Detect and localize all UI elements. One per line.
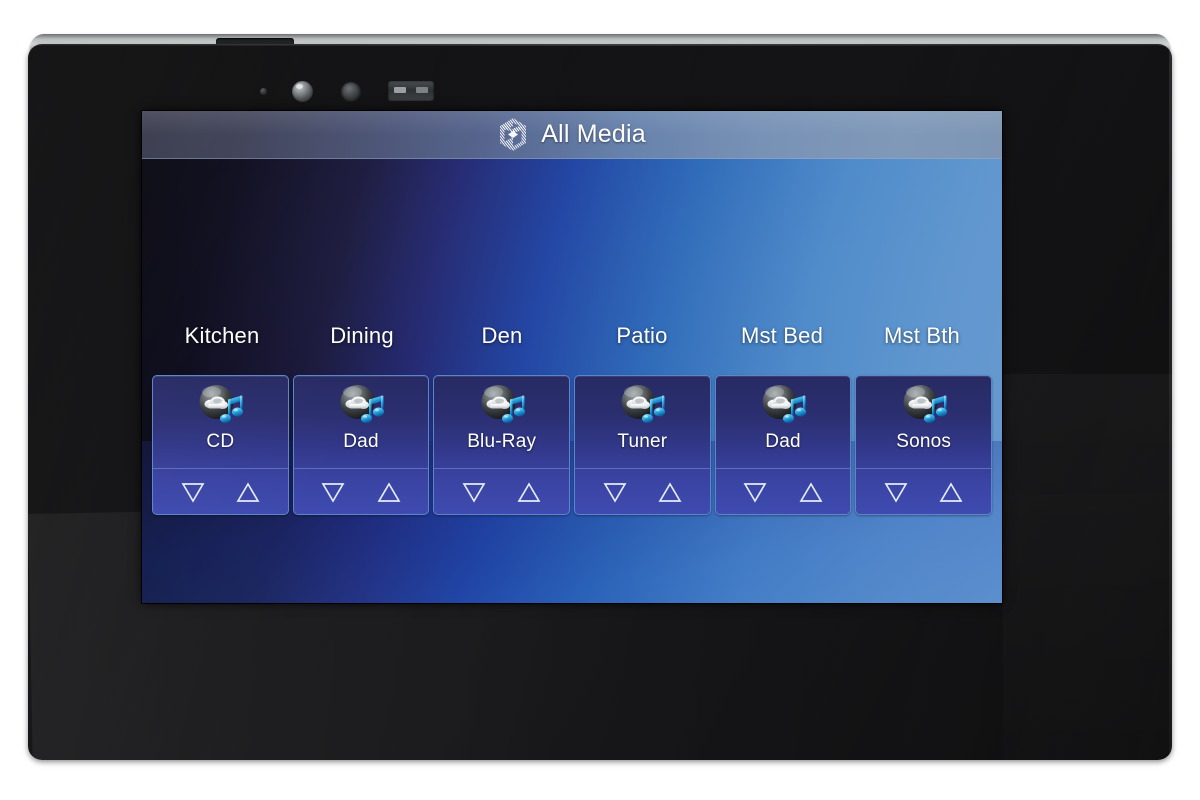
room-label-dining: Dining bbox=[330, 323, 394, 348]
room-label-cell: Kitchen bbox=[152, 323, 292, 349]
room-label-cell: Dining bbox=[292, 323, 432, 349]
page-title: All Media bbox=[541, 120, 646, 148]
volume-up-triangle-icon[interactable] bbox=[658, 481, 682, 503]
volume-control-dining bbox=[294, 469, 429, 514]
volume-up-triangle-icon[interactable] bbox=[939, 481, 963, 503]
source-label-mst-bth: Sonos bbox=[896, 431, 952, 452]
room-label-mst-bed: Mst Bed bbox=[740, 323, 824, 348]
light-sensor-icon bbox=[292, 81, 313, 102]
source-select-button-den[interactable]: Blu-Ray bbox=[434, 376, 570, 469]
media-sphere-music-note-icon bbox=[340, 385, 384, 423]
media-sphere-music-note-icon bbox=[199, 385, 244, 423]
media-sphere-music-note-icon bbox=[762, 385, 807, 423]
volume-down-triangle-icon[interactable] bbox=[884, 481, 908, 503]
volume-up-triangle-icon[interactable] bbox=[236, 481, 260, 503]
header-bar: All Media bbox=[142, 111, 1002, 159]
room-tile-kitchen[interactable]: CD bbox=[152, 375, 289, 515]
volume-control-den bbox=[434, 469, 569, 514]
room-tile-dining[interactable]: Dad bbox=[292, 375, 430, 515]
media-sphere-music-note-icon bbox=[481, 385, 525, 423]
volume-down-triangle-icon[interactable] bbox=[181, 481, 205, 503]
source-select-button-kitchen[interactable]: CD bbox=[153, 376, 288, 469]
room-tile-den[interactable]: Blu-Ray bbox=[433, 375, 571, 515]
room-label-patio: Patio bbox=[616, 323, 668, 348]
source-label-mst-bed: Dad bbox=[765, 431, 801, 452]
room-label-cell: Mst Bed bbox=[712, 323, 852, 349]
volume-down-triangle-icon[interactable] bbox=[462, 481, 486, 503]
volume-control-mst-bth bbox=[856, 469, 991, 514]
room-label-cell: Patio bbox=[572, 323, 712, 349]
touch-screen[interactable]: All Media Kitchen Dining Den Patio Mst B… bbox=[142, 111, 1002, 603]
source-label-den: Blu-Ray bbox=[467, 431, 537, 452]
source-label-kitchen: CD bbox=[206, 431, 235, 452]
room-tile-patio[interactable]: Tuner bbox=[574, 375, 711, 515]
source-label-dining: Dad bbox=[343, 431, 379, 452]
room-tile-mst-bth[interactable]: Sonos bbox=[855, 375, 993, 515]
volume-up-triangle-icon[interactable] bbox=[799, 481, 823, 503]
source-button-row: CD Dad Blu-Ray Tuner Dad Sonos bbox=[152, 375, 993, 515]
room-tile-mst-bed[interactable]: Dad bbox=[714, 375, 852, 515]
volume-up-triangle-icon[interactable] bbox=[377, 481, 401, 503]
source-select-button-mst-bed[interactable]: Dad bbox=[715, 376, 851, 469]
bezel-top-highlight bbox=[28, 44, 1172, 46]
volume-control-patio bbox=[575, 469, 710, 514]
camera-icon bbox=[341, 82, 361, 102]
bezel-gloss-right bbox=[1003, 374, 1172, 760]
room-label-row: Kitchen Dining Den Patio Mst Bed Mst Bth bbox=[152, 323, 992, 349]
crestron-logo-icon bbox=[500, 117, 527, 151]
room-label-mst-bth: Mst Bth bbox=[884, 323, 960, 348]
source-select-button-patio[interactable]: Tuner bbox=[575, 376, 710, 469]
screenshot-stage: All Media Kitchen Dining Den Patio Mst B… bbox=[0, 0, 1200, 800]
room-label-cell: Den bbox=[432, 323, 572, 349]
room-label-den: Den bbox=[481, 323, 523, 348]
volume-control-kitchen bbox=[153, 469, 288, 514]
source-label-patio: Tuner bbox=[617, 431, 668, 452]
ir-receiver-icon bbox=[388, 81, 434, 101]
source-select-button-mst-bth[interactable]: Sonos bbox=[856, 376, 992, 469]
media-sphere-music-note-icon bbox=[621, 385, 666, 423]
volume-down-triangle-icon[interactable] bbox=[321, 481, 345, 503]
room-label-kitchen: Kitchen bbox=[184, 323, 260, 348]
source-select-button-dining[interactable]: Dad bbox=[293, 376, 429, 469]
volume-control-mst-bed bbox=[716, 469, 851, 514]
volume-up-triangle-icon[interactable] bbox=[517, 481, 541, 503]
volume-down-triangle-icon[interactable] bbox=[603, 481, 627, 503]
volume-down-triangle-icon[interactable] bbox=[743, 481, 767, 503]
status-led-icon bbox=[260, 88, 267, 95]
bezel-right-highlight bbox=[1169, 44, 1172, 760]
room-label-cell: Mst Bth bbox=[852, 323, 992, 349]
media-sphere-music-note-icon bbox=[903, 385, 947, 423]
